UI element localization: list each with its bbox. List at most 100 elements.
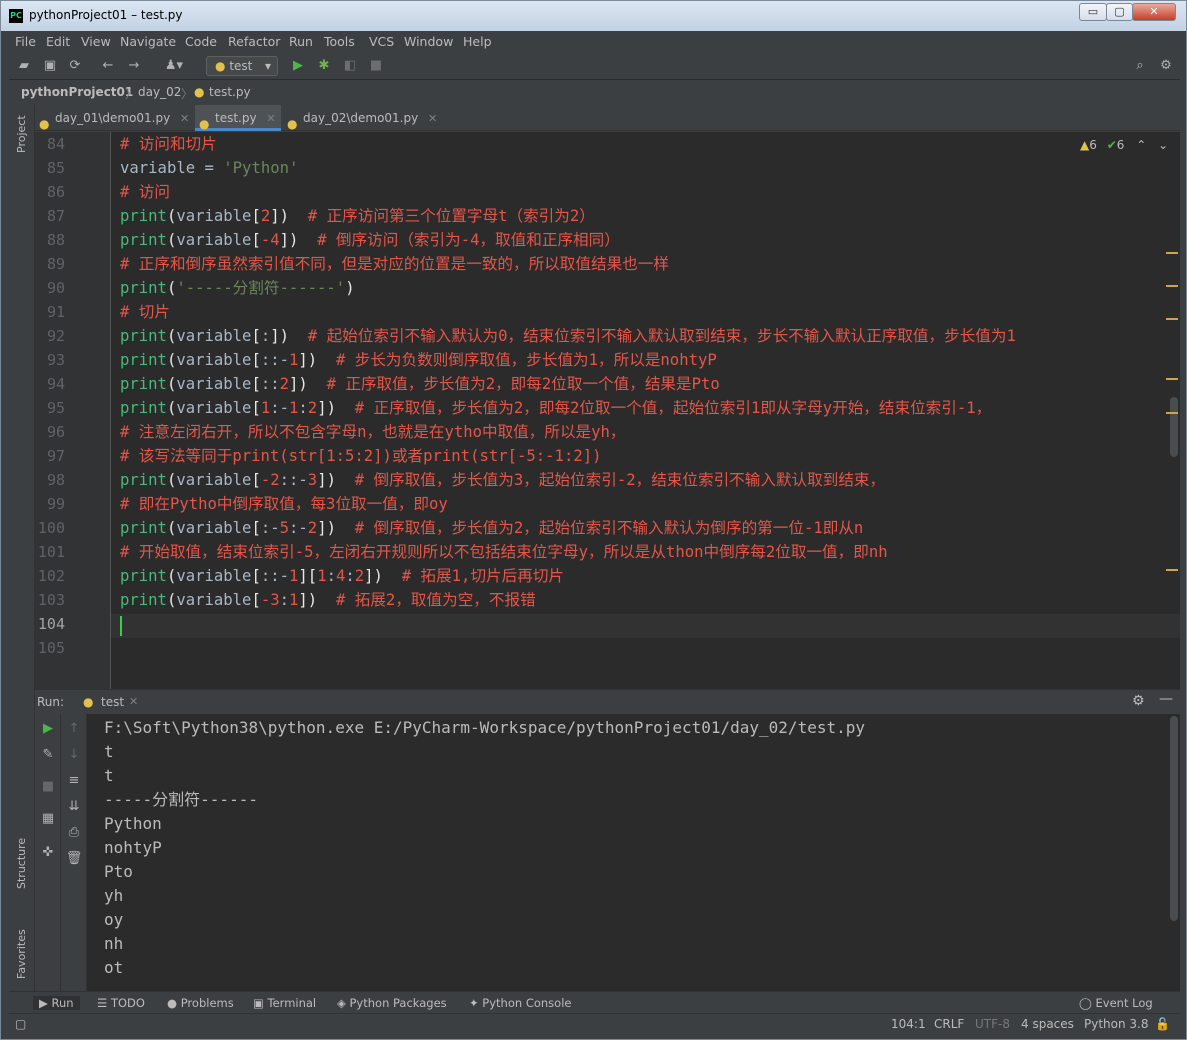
save-icon[interactable]: ▣ <box>41 57 59 75</box>
bottom-tab-todo[interactable]: ☰ TODO <box>97 996 145 1010</box>
debug-icon[interactable]: ✱ <box>315 57 333 75</box>
run-configuration-selector[interactable]: ● test ▾ <box>206 56 278 76</box>
code-line[interactable]: # 正序和倒序虽然索引值不同，但是对应的位置是一致的，所以取值结果也一样 <box>120 252 669 276</box>
code-line[interactable]: # 该写法等同于print(str[1:5:2])或者print(str[-5:… <box>120 444 602 468</box>
minimize-panel-icon[interactable]: — <box>1159 691 1173 707</box>
close-icon[interactable]: ✕ <box>266 112 275 125</box>
menu-run[interactable]: Run <box>289 34 313 49</box>
caret-position[interactable]: 104:1 <box>891 1017 926 1031</box>
lock-icon[interactable]: 🔓 <box>1155 1017 1170 1031</box>
menu-vcs[interactable]: VCS <box>369 34 394 49</box>
wrench-icon[interactable]: ✎ <box>39 746 57 764</box>
bottom-tab-python-packages[interactable]: ◈ Python Packages <box>337 996 447 1010</box>
menu-refactor[interactable]: Refactor <box>228 34 280 49</box>
file-encoding[interactable]: UTF-8 <box>975 1017 1010 1031</box>
breadcrumb-folder[interactable]: day_02 <box>138 85 181 99</box>
favorites-tool-tab[interactable]: Favorites <box>15 929 28 979</box>
code-line[interactable]: # 访问和切片 <box>120 132 217 156</box>
code-line[interactable]: print(variable[:-5:-2]) # 倒序取值，步长值为2，起始位… <box>120 516 863 540</box>
pin-icon[interactable]: ✜ <box>39 844 57 862</box>
warning-marker[interactable] <box>1166 252 1178 254</box>
arrow-down-icon[interactable]: ↓ <box>65 746 83 764</box>
code-line[interactable]: print(variable[-2::-3]) # 倒序取值，步长值为3，起始位… <box>120 468 885 492</box>
gear-icon[interactable]: ⚙ <box>1132 693 1145 709</box>
scroll-to-end-icon[interactable]: ⇊ <box>65 798 83 816</box>
chevron-up-icon[interactable]: ⌃ <box>1136 138 1146 152</box>
close-icon[interactable]: ✕ <box>180 112 189 125</box>
tab-day01-demo01[interactable]: ● day_01\demo01.py ✕ <box>35 105 195 131</box>
close-icon[interactable]: ✕ <box>428 112 437 125</box>
layout-toggle-icon[interactable]: ▢ <box>15 1017 26 1031</box>
tab-day02-demo01[interactable]: ● day_02\demo01.py ✕ <box>283 105 443 131</box>
search-icon[interactable]: ⌕ <box>1131 57 1149 75</box>
warning-marker[interactable] <box>1166 412 1178 414</box>
code-line[interactable]: print(variable[2]) # 正序访问第三个位置字母t（索引为2） <box>120 204 595 228</box>
indent-setting[interactable]: 4 spaces <box>1021 1017 1074 1031</box>
menu-edit[interactable]: Edit <box>46 34 70 49</box>
coverage-icon[interactable]: ◧ <box>341 57 359 75</box>
maximize-button[interactable]: ▢ <box>1106 3 1133 21</box>
python-interpreter[interactable]: Python 3.8 <box>1084 1017 1149 1031</box>
layout-icon[interactable]: ▦ <box>39 810 57 828</box>
code-line[interactable]: print(variable[::2]) # 正序取值，步长值为2，即每2位取一… <box>120 372 720 396</box>
bottom-tab-terminal[interactable]: ▣ Terminal <box>253 996 316 1010</box>
code-line[interactable]: print(variable[-3:1]) # 拓展2，取值为空，不报错 <box>120 588 536 612</box>
code-line[interactable]: print(variable[:]) # 起始位索引不输入默认为0，结束位索引不… <box>120 324 1016 348</box>
back-icon[interactable]: ← <box>99 57 117 75</box>
code-line[interactable]: # 切片 <box>120 300 170 324</box>
bottom-tab-python-console[interactable]: ✦ Python Console <box>469 996 571 1010</box>
structure-tool-tab[interactable]: Structure <box>15 838 28 889</box>
bottom-tab-problems[interactable]: ● Problems <box>167 996 234 1010</box>
run-tab-label[interactable]: test <box>101 695 124 709</box>
breadcrumb-project[interactable]: pythonProject01 <box>21 85 133 99</box>
code-line[interactable]: print('-----分割符------') <box>120 276 355 300</box>
code-line[interactable]: variable = 'Python' <box>120 156 298 180</box>
gear-icon[interactable]: ⚙ <box>1157 57 1175 75</box>
menu-window[interactable]: Window <box>404 34 453 49</box>
code-line[interactable]: print(variable[1:-1:2]) # 正序取值，步长值为2，即每2… <box>120 396 991 420</box>
bottom-tab-event-log[interactable]: ◯ Event Log <box>1079 996 1153 1010</box>
forward-icon[interactable]: → <box>125 57 143 75</box>
trash-icon[interactable]: 🗑 <box>65 850 83 868</box>
soft-wrap-icon[interactable]: ≡ <box>65 772 83 790</box>
editor-scrollbar[interactable] <box>1170 397 1178 457</box>
code-line[interactable]: print(variable[::-1][1:4:2]) # 拓展1,切片后再切… <box>120 564 564 588</box>
warning-marker[interactable] <box>1166 285 1178 287</box>
bottom-tab-run[interactable]: ▶ Run <box>33 996 80 1010</box>
warning-marker[interactable] <box>1166 378 1178 380</box>
close-button[interactable]: ✕ <box>1132 3 1176 21</box>
inspection-widget[interactable]: ▲6 ✔6 ⌃ ⌄ <box>1080 138 1168 152</box>
arrow-up-icon[interactable]: ↑ <box>65 720 83 738</box>
menu-code[interactable]: Code <box>185 34 217 49</box>
warning-marker[interactable] <box>1166 318 1178 320</box>
code-line[interactable]: # 即在Pytho中倒序取值，每3位取一值，即oy <box>120 492 448 516</box>
menu-file[interactable]: File <box>15 34 36 49</box>
run-icon[interactable]: ▶ <box>289 57 307 75</box>
menu-view[interactable]: View <box>81 34 111 49</box>
chevron-down-icon[interactable]: ⌄ <box>1158 138 1168 152</box>
line-separator[interactable]: CRLF <box>934 1017 964 1031</box>
menu-navigate[interactable]: Navigate <box>120 34 176 49</box>
code-line[interactable]: print(variable[-4]) # 倒序访问（索引为-4，取值和正序相同… <box>120 228 620 252</box>
warning-marker[interactable] <box>1166 569 1178 571</box>
stop-icon[interactable]: ■ <box>367 57 385 75</box>
code-editor[interactable]: 84 85 86 87 88 89 90 91 92 93 94 95 96 97 98 99 100 101 10… <box>35 132 1180 689</box>
code-line[interactable]: # 开始取值，结束位索引-5，左闭右开规则所以不包括结束位字母y，所以是从tho… <box>120 540 888 564</box>
project-tool-tab[interactable]: Project <box>15 115 28 153</box>
code-line[interactable]: print(variable[::-1]) # 步长为负数则倒序取值，步长值为1… <box>120 348 717 372</box>
open-folder-icon[interactable]: ▰ <box>15 57 33 75</box>
code-line[interactable]: # 注意左闭右开，所以不包含字母n，也就是在ytho中取值，所以是yh， <box>120 420 626 444</box>
print-icon[interactable]: ⎙ <box>65 824 83 842</box>
sync-icon[interactable]: ⟳ <box>66 57 84 75</box>
menu-tools[interactable]: Tools <box>324 34 355 49</box>
rerun-icon[interactable]: ▶ <box>39 720 57 738</box>
close-icon[interactable]: ✕ <box>129 695 138 708</box>
stop-icon[interactable]: ■ <box>39 778 57 796</box>
menu-help[interactable]: Help <box>463 34 492 49</box>
console-scrollbar[interactable] <box>1170 716 1178 921</box>
minimize-button[interactable]: ▭ <box>1079 3 1107 21</box>
tab-test[interactable]: ● test.py ✕ <box>195 105 281 131</box>
vcs-user-icon[interactable]: ♟▾ <box>161 57 187 75</box>
breadcrumb-file[interactable]: test.py <box>209 85 251 99</box>
code-line[interactable]: # 访问 <box>120 180 170 204</box>
